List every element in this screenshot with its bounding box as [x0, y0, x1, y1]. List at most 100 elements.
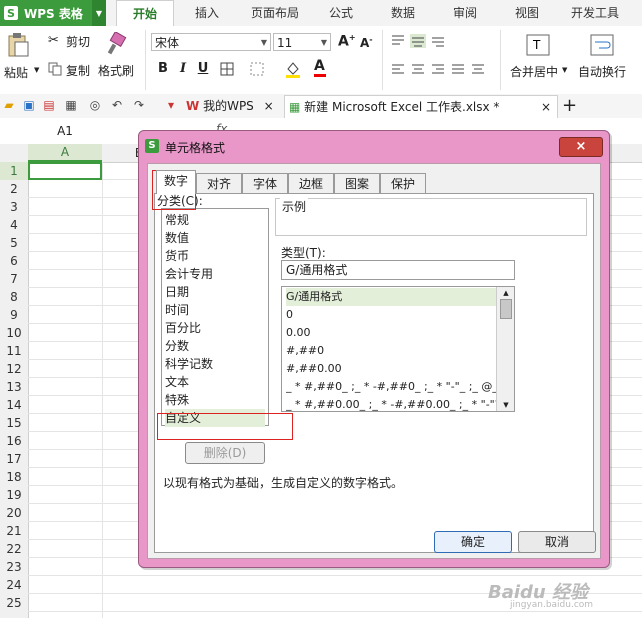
- format-painter-button[interactable]: 格式刷: [98, 62, 134, 79]
- borders-icon[interactable]: [220, 62, 234, 79]
- category-item[interactable]: 日期: [165, 283, 265, 301]
- tab-view[interactable]: 视图: [502, 0, 552, 26]
- paste-label[interactable]: 粘贴: [4, 64, 28, 81]
- row-header[interactable]: 25: [0, 594, 28, 612]
- font-size-select[interactable]: 11 ▼: [273, 33, 331, 51]
- row-header[interactable]: 13: [0, 378, 28, 396]
- row-header[interactable]: 21: [0, 522, 28, 540]
- merge-borders-icon[interactable]: [250, 62, 264, 79]
- format-item[interactable]: G/通用格式: [286, 288, 498, 306]
- close-icon[interactable]: ×: [264, 99, 274, 113]
- row-header[interactable]: 15: [0, 414, 28, 432]
- category-item[interactable]: 数值: [165, 229, 265, 247]
- increase-font-icon[interactable]: A+: [338, 33, 356, 50]
- undo-icon[interactable]: ↶: [110, 98, 124, 112]
- pdf-icon[interactable]: ▤: [42, 98, 56, 112]
- wrap-text-icon[interactable]: [590, 34, 614, 59]
- format-item[interactable]: 0.00: [286, 324, 498, 342]
- format-list-scrollbar[interactable]: ▲ ▼: [496, 287, 514, 411]
- cancel-button[interactable]: 取消: [518, 531, 596, 553]
- close-button[interactable]: ×: [559, 137, 603, 157]
- bold-button[interactable]: B: [154, 61, 172, 76]
- tab-insert[interactable]: 插入: [180, 0, 234, 26]
- category-item[interactable]: 常规: [165, 211, 265, 229]
- tab-alignment[interactable]: 对齐: [196, 173, 242, 193]
- merge-center-icon[interactable]: T: [526, 34, 550, 59]
- row-header[interactable]: 14: [0, 396, 28, 414]
- category-item[interactable]: 科学记数: [165, 355, 265, 373]
- row-header[interactable]: 2: [0, 180, 28, 198]
- tab-data[interactable]: 数据: [380, 0, 426, 26]
- tab-page-layout[interactable]: 页面布局: [240, 0, 310, 26]
- category-item[interactable]: 百分比: [165, 319, 265, 337]
- row-header[interactable]: 18: [0, 468, 28, 486]
- decrease-font-icon[interactable]: A-: [360, 35, 373, 50]
- fill-color-icon[interactable]: [284, 60, 302, 81]
- tab-home[interactable]: 开始: [116, 0, 174, 28]
- tab-review[interactable]: 审阅: [440, 0, 490, 26]
- row-header[interactable]: 17: [0, 450, 28, 468]
- print-icon[interactable]: ▦: [64, 98, 78, 112]
- row-header[interactable]: 4: [0, 216, 28, 234]
- category-item[interactable]: 会计专用: [165, 265, 265, 283]
- chevron-down-icon[interactable]: ▼: [34, 66, 39, 74]
- copy-icon[interactable]: [48, 62, 62, 76]
- doc-tab-mywps[interactable]: W 我的WPS ×: [186, 95, 278, 117]
- font-name-select[interactable]: 宋体 ▼: [151, 33, 271, 51]
- row-header[interactable]: 16: [0, 432, 28, 450]
- row-header[interactable]: 10: [0, 324, 28, 342]
- active-cell[interactable]: [28, 162, 102, 180]
- type-input[interactable]: G/通用格式: [281, 260, 515, 280]
- row-header[interactable]: 24: [0, 576, 28, 594]
- format-item[interactable]: #,##0.00: [286, 360, 498, 378]
- doc-tab-file[interactable]: ▦ 新建 Microsoft Excel 工作表.xlsx * ×: [284, 95, 558, 118]
- italic-button[interactable]: I: [174, 61, 192, 76]
- row-header[interactable]: 23: [0, 558, 28, 576]
- tab-border[interactable]: 边框: [288, 173, 334, 193]
- delete-button[interactable]: 删除(D): [185, 442, 265, 464]
- category-item[interactable]: 特殊: [165, 391, 265, 409]
- format-item[interactable]: 0: [286, 306, 498, 324]
- scroll-thumb[interactable]: [500, 299, 512, 319]
- format-list[interactable]: G/通用格式 0 0.00 #,##0 #,##0.00 _ * #,##0_ ;_ * …: [281, 286, 515, 412]
- category-list[interactable]: 常规 数值 货币 会计专用 日期 时间 百分比 分数 科学记数 文本 特殊 自定义: [161, 208, 269, 427]
- close-icon[interactable]: ×: [541, 96, 551, 118]
- tab-pattern[interactable]: 图案: [334, 173, 380, 193]
- category-item[interactable]: 时间: [165, 301, 265, 319]
- open-folder-icon[interactable]: ▰: [2, 98, 16, 112]
- chevron-down-icon[interactable]: ▼: [562, 66, 567, 74]
- preview-icon[interactable]: ◎: [88, 98, 102, 112]
- category-item[interactable]: 文本: [165, 373, 265, 391]
- format-item[interactable]: _ * #,##0.00_ ;_ * -#,##0.00_ ;_ * "-"??…: [286, 396, 498, 411]
- format-item[interactable]: #,##0: [286, 342, 498, 360]
- tab-number[interactable]: 数字: [156, 170, 196, 194]
- row-header[interactable]: 22: [0, 540, 28, 558]
- redo-icon[interactable]: ↷: [132, 98, 146, 112]
- tab-protection[interactable]: 保护: [380, 173, 426, 193]
- more-icon[interactable]: ▾: [164, 98, 178, 112]
- format-painter-icon[interactable]: [106, 30, 128, 56]
- row-header[interactable]: 7: [0, 270, 28, 288]
- ok-button[interactable]: 确定: [434, 531, 512, 553]
- scissors-icon[interactable]: ✂: [48, 33, 64, 48]
- row-header[interactable]: 20: [0, 504, 28, 522]
- category-item[interactable]: 货币: [165, 247, 265, 265]
- column-header-a[interactable]: A: [28, 144, 102, 162]
- row-header[interactable]: 9: [0, 306, 28, 324]
- row-header[interactable]: 1: [0, 162, 28, 180]
- cut-button[interactable]: 剪切: [66, 33, 90, 50]
- row-header[interactable]: 3: [0, 198, 28, 216]
- copy-button[interactable]: 复制: [66, 62, 90, 79]
- underline-button[interactable]: U: [194, 61, 212, 76]
- name-box[interactable]: A1: [0, 119, 130, 143]
- merge-center-button[interactable]: 合并居中: [510, 63, 558, 80]
- scroll-up-icon[interactable]: ▲: [497, 287, 514, 299]
- row-header[interactable]: 19: [0, 486, 28, 504]
- tab-developer[interactable]: 开发工具: [562, 0, 628, 26]
- category-item[interactable]: 分数: [165, 337, 265, 355]
- save-icon[interactable]: ▣: [22, 98, 36, 112]
- tab-formulas[interactable]: 公式: [318, 0, 364, 26]
- row-header[interactable]: 12: [0, 360, 28, 378]
- paste-button[interactable]: [6, 32, 34, 60]
- scroll-down-icon[interactable]: ▼: [497, 399, 514, 411]
